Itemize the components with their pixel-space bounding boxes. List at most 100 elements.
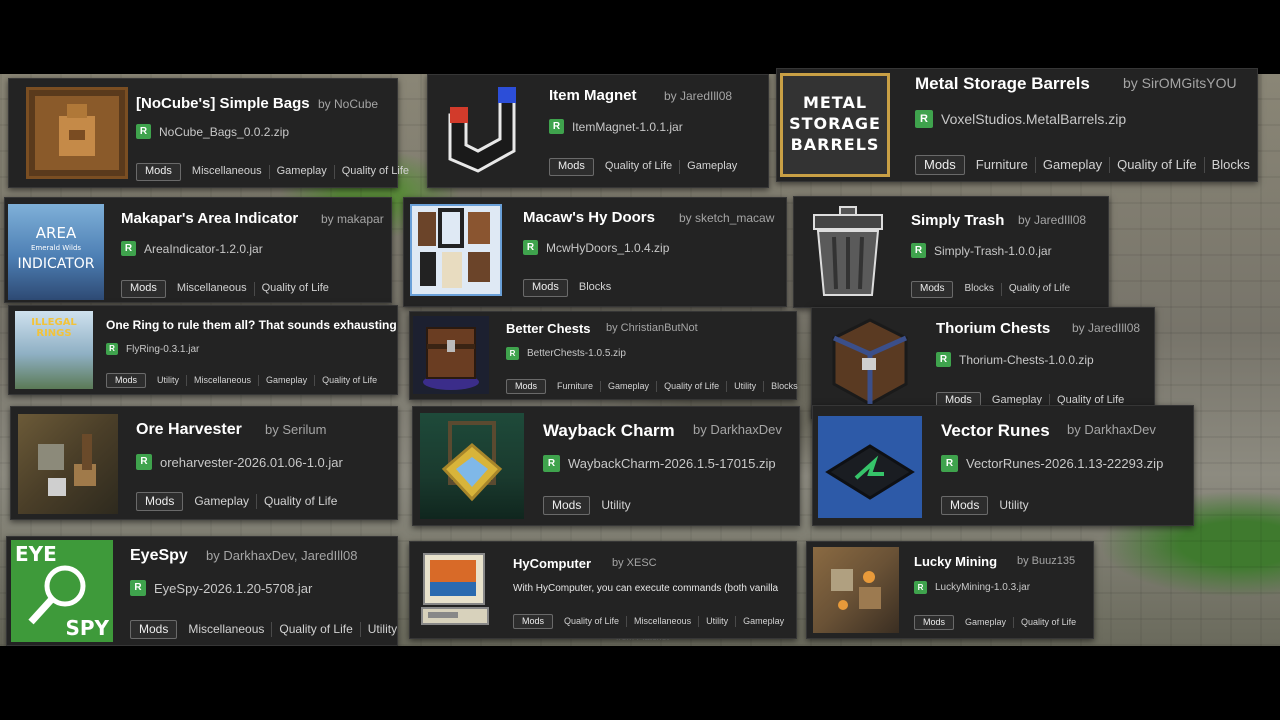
file-icon: R [136,124,151,139]
tag-mods[interactable]: Mods [941,496,989,515]
tag[interactable]: Miscellaneous [170,282,255,296]
mod-title[interactable]: Simply Trash [911,212,1004,229]
tag[interactable]: Blocks [1205,157,1257,173]
tag[interactable]: Gameplay [958,617,1015,629]
tag[interactable]: Utility [727,381,765,393]
mod-card-better-chests[interactable]: Better Chests by ChristianButNot R Bette… [409,311,798,400]
tag[interactable]: Blocks [764,381,805,392]
tag[interactable]: Miscellaneous [185,165,270,179]
mod-title[interactable]: Thorium Chests [936,320,1050,337]
mod-description[interactable]: With HyComputer, you can execute command… [513,583,795,594]
tag[interactable]: Utility [992,498,1035,513]
mod-author[interactable]: by Serilum [265,422,326,437]
mod-title[interactable]: [NoCube's] Simple Bags [136,95,310,112]
mod-author[interactable]: by JaredIll08 [1018,213,1086,227]
mod-card-thorium-chests[interactable]: Thorium Chests by JaredIll08 R Thorium-C… [811,307,1155,419]
tag[interactable]: Quality of Life [598,160,681,174]
mod-file-row: R VoxelStudios.MetalBarrels.zip [915,110,1126,128]
mod-author[interactable]: by NoCube [318,97,378,111]
mod-file-name: Simply-Trash-1.0.0.jar [934,243,1052,258]
tag[interactable]: Utility [594,498,637,513]
tag-list: Mods Quality of Life Gameplay [549,158,744,176]
mod-author[interactable]: by DarkhaxDev [693,422,782,437]
tag-mods[interactable]: Mods [914,615,955,631]
tag-mods[interactable]: Mods [549,158,594,176]
tag[interactable]: Furniture [550,381,602,393]
tag[interactable]: Miscellaneous [181,622,273,637]
tag-mods[interactable]: Mods [130,620,178,639]
mod-card-item-magnet[interactable]: Item Magnet by JaredIll08 R ItemMagnet-1… [427,74,769,188]
mod-title[interactable]: Metal Storage Barrels [915,74,1090,94]
mod-author[interactable]: by makapar [321,212,384,226]
mod-card-simply-trash[interactable]: Simply Trash by JaredIll08 R Simply-Tras… [793,196,1109,308]
tag[interactable]: Gameplay [680,160,744,174]
mod-card-eyespy[interactable]: EYE SPY EyeSpy by DarkhaxDev, JaredIll08… [6,536,398,646]
mod-title[interactable]: Better Chests [506,321,591,336]
tag[interactable]: Utility [699,616,737,628]
tag[interactable]: Quality of Life [255,282,336,296]
mod-title[interactable]: Macaw's Hy Doors [523,209,655,226]
tag[interactable]: Gameplay [1036,157,1111,174]
tag[interactable]: Gameplay [601,381,658,393]
tag[interactable]: Gameplay [270,165,335,179]
tag-mods[interactable]: Mods [543,496,591,515]
tag-mods[interactable]: Mods [915,155,965,176]
mod-title[interactable]: Makapar's Area Indicator [121,210,298,227]
tag[interactable]: Quality of Life [557,616,628,628]
mod-card-wayback-charm[interactable]: Wayback Charm by DarkhaxDev R WaybackCha… [412,406,800,526]
mod-file-row: R BetterChests-1.0.5.zip [506,347,626,360]
mod-card-hycomputer[interactable]: HyComputer by XESC With HyComputer, you … [409,541,797,639]
tag-mods[interactable]: Mods [506,379,547,395]
tag-mods[interactable]: Mods [106,373,147,389]
tag[interactable]: Quality of Life [315,375,384,386]
tag[interactable]: Miscellaneous [187,375,260,387]
mod-card-area-indicator[interactable]: AREA Emerald Wilds INDICATOR Makapar's A… [4,197,392,303]
tag[interactable]: Furniture [969,157,1036,174]
mod-card-metal-storage-barrels[interactable]: METAL STORAGE BARRELS Metal Storage Barr… [776,68,1258,182]
tag-mods[interactable]: Mods [121,280,166,298]
tag[interactable]: Gameplay [187,494,258,509]
mod-author[interactable]: by SirOMGitsYOU [1123,75,1237,91]
tag-mods[interactable]: Mods [136,492,184,511]
tag[interactable]: Quality of Life [335,165,416,179]
mod-title[interactable]: Lucky Mining [914,554,997,569]
mod-author[interactable]: by JaredIll08 [1072,321,1140,335]
tag[interactable]: Quality of Life [272,622,361,637]
mod-title[interactable]: EyeSpy [130,547,188,565]
tag[interactable]: Quality of Life [657,381,728,393]
mod-author[interactable]: by DarkhaxDev, JaredIll08 [206,548,358,563]
mod-title[interactable]: Wayback Charm [543,421,675,441]
mod-title[interactable]: Vector Runes [941,421,1050,441]
mod-title[interactable]: Item Magnet [549,87,637,104]
tag[interactable]: Blocks [572,281,618,295]
tag-mods[interactable]: Mods [136,163,181,181]
tag[interactable]: Quality of Life [1002,283,1077,296]
tag[interactable]: Gameplay [736,616,791,627]
tag[interactable]: Quality of Life [1110,157,1205,174]
mod-card-fly-ring[interactable]: ILLEGAL RINGS One Ring to rule them all?… [8,305,398,395]
tag-mods[interactable]: Mods [911,281,954,298]
mod-description[interactable]: One Ring to rule them all? That sounds e… [106,318,396,332]
mod-title[interactable]: HyComputer [513,556,591,571]
mod-author[interactable]: by XESC [612,557,657,569]
tag[interactable]: Quality of Life [257,494,344,509]
tag[interactable]: Quality of Life [1014,617,1083,628]
mod-title[interactable]: Ore Harvester [136,421,242,439]
mod-card-ore-harvester[interactable]: Ore Harvester by Serilum R oreharvester-… [10,406,398,520]
tag-mods[interactable]: Mods [523,279,568,297]
tag[interactable]: Utility [150,375,188,387]
mod-card-vector-runes[interactable]: Vector Runes by DarkhaxDev R VectorRunes… [812,405,1194,526]
tag[interactable]: Blocks [957,283,1002,296]
mod-author[interactable]: by ChristianButNot [606,322,698,334]
tag[interactable]: Gameplay [259,375,316,387]
mod-author[interactable]: by DarkhaxDev [1067,422,1156,437]
mod-author[interactable]: by sketch_macaw [679,211,774,225]
tag-mods[interactable]: Mods [513,614,554,630]
mod-author[interactable]: by JaredIll08 [664,89,732,103]
mod-card-hy-doors[interactable]: Macaw's Hy Doors by sketch_macaw R McwHy… [403,197,787,307]
mod-author[interactable]: by Buuz135 [1017,555,1075,567]
tag[interactable]: Utility [361,622,404,637]
mod-card-lucky-mining[interactable]: Lucky Mining by Buuz135 R LuckyMining-1.… [806,541,1094,639]
mod-card-simple-bags[interactable]: [NoCube's] Simple Bags by NoCube R NoCub… [8,78,409,188]
tag[interactable]: Miscellaneous [627,616,700,628]
